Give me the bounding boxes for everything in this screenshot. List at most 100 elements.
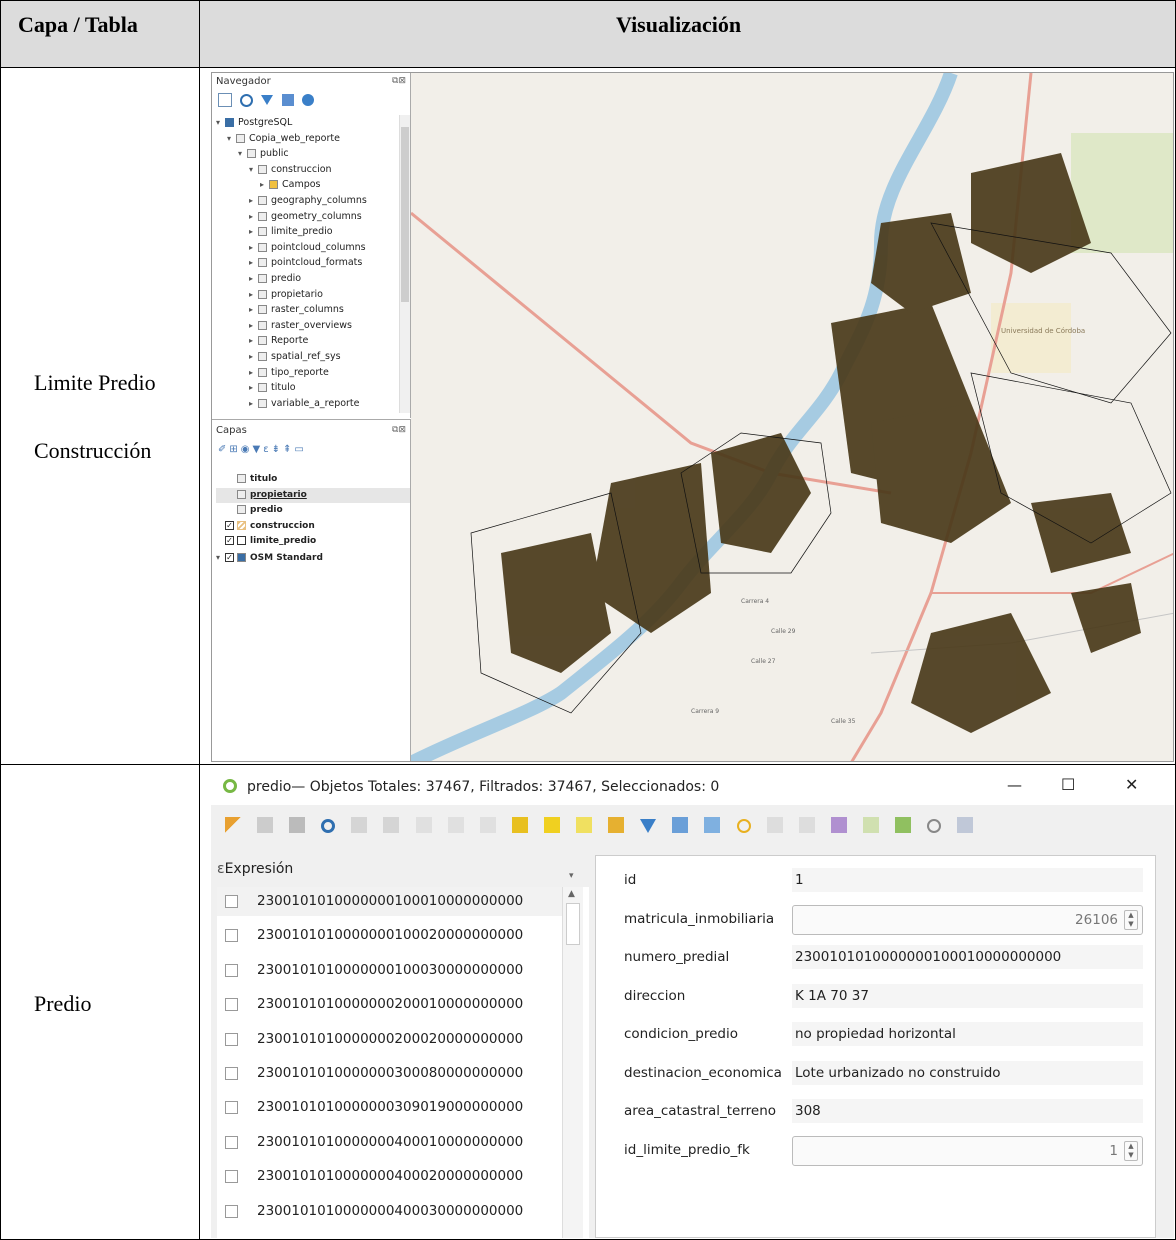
field-spinbox[interactable]: 1 ▲ ▼ (792, 1135, 1143, 1166)
collapsed-arrow-icon[interactable]: ▸ (249, 365, 258, 381)
navigator-item[interactable]: ▸ geometry_columns (212, 209, 410, 225)
style-icon[interactable]: ✐ (218, 444, 229, 455)
multi-edit-icon[interactable] (257, 817, 274, 833)
pan-to-selected-icon[interactable] (704, 817, 721, 833)
collapsed-arrow-icon[interactable]: ▸ (249, 318, 258, 334)
expression-header[interactable]: εExpresión (217, 861, 293, 877)
navigator-item[interactable]: ▸ variable_a_reporte (212, 396, 410, 412)
record-checkbox[interactable] (225, 998, 238, 1012)
record-checkbox[interactable] (225, 1170, 238, 1184)
collapsed-arrow-icon[interactable]: ▸ (249, 224, 258, 240)
spin-arrows-icon[interactable]: ▲ ▼ (1124, 909, 1138, 930)
move-selection-top-icon[interactable] (672, 817, 689, 833)
select-all-icon[interactable] (543, 817, 560, 833)
filter-selected-icon[interactable] (640, 819, 657, 833)
field-calculator-icon[interactable] (830, 817, 847, 833)
navigator-item[interactable]: ▾ construccion (212, 162, 410, 178)
invert-selection-icon[interactable] (576, 817, 593, 833)
eye-icon[interactable]: ◉ (241, 444, 253, 455)
navigator-scrollbar[interactable] (399, 115, 410, 413)
expanded-arrow-icon[interactable]: ▾ (216, 115, 225, 131)
paste-icon[interactable] (479, 817, 496, 833)
minimize-button[interactable]: — (1007, 776, 1022, 794)
record-row[interactable]: 2300101010000000100020000000000 (217, 921, 562, 951)
copy-icon[interactable] (447, 817, 464, 833)
actions-icon[interactable] (894, 817, 911, 833)
record-row[interactable]: 2300101010000000100030000000000 (217, 955, 562, 985)
remove-layer-icon[interactable]: ▭ (294, 444, 306, 455)
filter-icon[interactable] (261, 95, 274, 105)
navigator-item[interactable]: ▸ raster_overviews (212, 318, 410, 334)
record-row[interactable]: 2300101010000000100010000000000 (217, 887, 562, 916)
zoom-map-icon[interactable] (927, 819, 942, 833)
collapsed-arrow-icon[interactable]: ▸ (249, 255, 258, 271)
record-checkbox[interactable] (225, 963, 238, 977)
navigator-item[interactable]: ▸ raster_columns (212, 302, 410, 318)
add-feature-icon[interactable] (351, 817, 368, 833)
collapse-icon[interactable]: ⇞ (283, 444, 294, 455)
navigator-item[interactable]: ▸ tipo_reporte (212, 365, 410, 381)
layer-visibility-checkbox[interactable]: ✓ (225, 552, 234, 562)
navigator-item[interactable]: ▸ Campos (212, 177, 410, 193)
field-value[interactable]: K 1A 70 37 (792, 983, 1143, 1008)
record-checkbox[interactable] (225, 1032, 238, 1046)
navigator-item[interactable]: ▸ titulo (212, 380, 410, 396)
collapsed-arrow-icon[interactable]: ▸ (249, 271, 258, 287)
maximize-button[interactable]: ☐ (1061, 775, 1075, 794)
navigator-item[interactable]: ▸ predio (212, 271, 410, 287)
layer-item[interactable]: predio (216, 503, 410, 519)
record-checkbox[interactable] (225, 1204, 238, 1218)
record-row[interactable]: 2300101010000000400020000000000 (217, 1162, 562, 1192)
toggle-edit-icon[interactable] (225, 817, 241, 833)
delete-feature-icon[interactable] (383, 817, 400, 833)
expand-icon[interactable]: ⇟ (272, 444, 283, 455)
collapsed-arrow-icon[interactable]: ▸ (249, 380, 258, 396)
expression-dropdown-arrow[interactable]: ▾ (569, 871, 574, 881)
record-checkbox[interactable] (225, 929, 238, 943)
record-checkbox[interactable] (225, 1067, 238, 1080)
navigator-item[interactable]: ▸ geography_columns (212, 193, 410, 209)
filter-legend-icon[interactable]: ▼ (253, 444, 264, 455)
info-icon[interactable] (301, 94, 314, 106)
record-row[interactable]: 2300101010000000400030000000000 (217, 1196, 562, 1226)
expanded-arrow-icon[interactable]: ▾ (227, 131, 236, 147)
navigator-dock-buttons[interactable]: ⧉⊠ (392, 76, 406, 86)
select-by-expression-icon[interactable] (511, 817, 528, 833)
delete-field-icon[interactable] (798, 817, 815, 833)
save-edits-icon[interactable] (289, 817, 306, 833)
layer-item[interactable]: ✓ construccion (216, 519, 410, 535)
navigator-item[interactable]: ▸ Reporte (212, 333, 410, 349)
scroll-up-arrow[interactable]: ▲ (568, 889, 575, 899)
layer-visibility-checkbox[interactable] (225, 505, 234, 514)
layer-expand-arrow-icon[interactable]: ▾ (216, 550, 225, 566)
navigator-item[interactable]: ▸ pointcloud_columns (212, 240, 410, 256)
close-button[interactable]: ✕ (1125, 775, 1138, 794)
layer-visibility-checkbox[interactable] (225, 474, 234, 483)
navigator-item[interactable]: ▸ limite_predio (212, 224, 410, 240)
navigator-item[interactable]: ▸ propietario (212, 287, 410, 303)
collapsed-arrow-icon[interactable]: ▸ (249, 349, 258, 365)
record-checkbox[interactable] (225, 1101, 238, 1115)
layer-visibility-checkbox[interactable]: ✓ (225, 536, 234, 546)
collapse-all-icon[interactable] (281, 94, 294, 106)
add-group-icon[interactable]: ⊞ (229, 444, 240, 455)
record-row[interactable]: 2300101010000000400010000000000 (217, 1127, 562, 1157)
expression-filter-icon[interactable]: ε (263, 444, 271, 455)
zoom-to-selected-icon[interactable] (736, 819, 751, 833)
navigator-item[interactable]: ▸ pointcloud_formats (212, 255, 410, 271)
navigator-item[interactable]: ▾ public (212, 146, 410, 162)
layer-item[interactable]: titulo (216, 472, 410, 488)
map-canvas[interactable]: Universidad de Córdoba Calle 29 Calle 27… (411, 73, 1173, 761)
record-list-scrollbar-thumb[interactable] (566, 903, 580, 945)
new-field-icon[interactable] (766, 817, 783, 833)
record-checkbox[interactable] (225, 1135, 238, 1149)
cut-icon[interactable] (415, 817, 432, 833)
collapsed-arrow-icon[interactable]: ▸ (249, 193, 258, 209)
collapsed-arrow-icon[interactable]: ▸ (249, 209, 258, 225)
reload-icon[interactable] (321, 819, 336, 833)
record-row[interactable]: 2300101010000000309019000000000 (217, 1093, 562, 1123)
layer-visibility-checkbox[interactable]: ✓ (225, 520, 234, 530)
expanded-arrow-icon[interactable]: ▾ (249, 162, 258, 178)
layer-visibility-checkbox[interactable] (225, 490, 234, 499)
record-list-scrollbar[interactable]: ▲ (562, 887, 583, 1238)
